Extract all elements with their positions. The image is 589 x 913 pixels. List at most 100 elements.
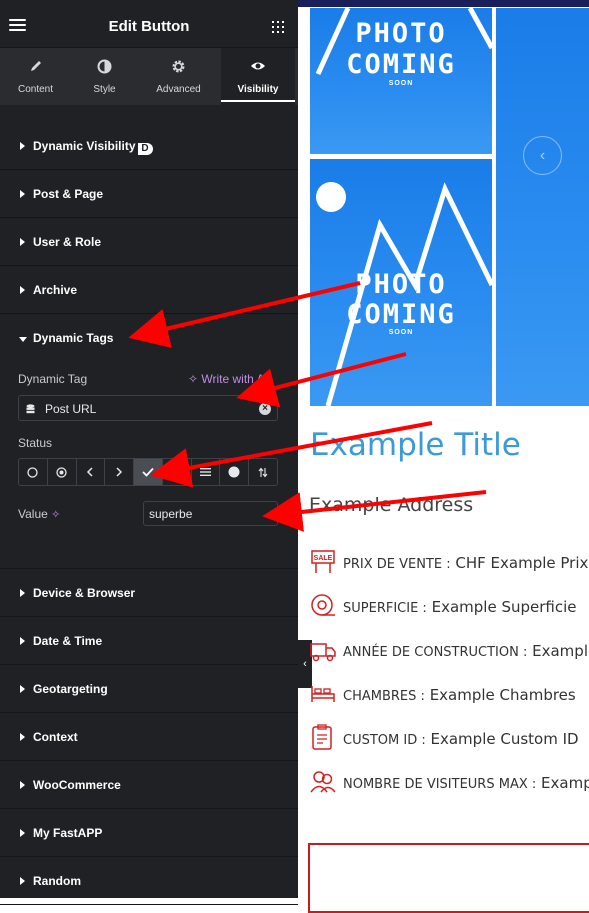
preview-top-strip xyxy=(298,0,589,7)
tab-visibility[interactable]: Visibility xyxy=(221,48,295,105)
tab-label: Content xyxy=(17,84,54,95)
caret-right-icon xyxy=(20,637,25,645)
sort-icon[interactable] xyxy=(249,459,277,485)
photo-placeholder: PHOTO COMING SOON xyxy=(310,8,492,154)
property-row: ANNÉE DE CONSTRUCTION : Example xyxy=(310,634,589,664)
sparkle-icon: ✧ xyxy=(51,509,61,521)
filled-circle-icon[interactable] xyxy=(220,459,250,485)
sparkle-icon: ✧ xyxy=(188,372,199,386)
circle-icon[interactable] xyxy=(19,459,48,485)
property-value: CHF Example Prix xyxy=(455,554,589,572)
section-post-page[interactable]: Post & Page xyxy=(0,170,298,218)
property-key: CUSTOM ID : xyxy=(343,733,426,748)
caret-right-icon xyxy=(20,877,25,885)
section-device-browser[interactable]: Device & Browser xyxy=(0,569,298,617)
panel-tabs: Content Style Advanced Visibility xyxy=(0,48,298,105)
property-row: CUSTOM ID : Example Custom ID xyxy=(310,722,589,752)
section-label[interactable]: Dynamic Tags xyxy=(33,331,113,345)
section-label: User & Role xyxy=(33,235,102,249)
preview-red-frame xyxy=(308,843,589,913)
caret-right-icon xyxy=(20,190,25,198)
listing-address: Example Address xyxy=(309,494,474,516)
property-key: SUPERFICIE : xyxy=(343,601,427,616)
property-row: CHAMBRES : Example Chambres xyxy=(310,678,589,708)
caret-right-icon xyxy=(20,781,25,789)
property-value: Example xyxy=(541,774,589,792)
section-label: Context xyxy=(33,730,78,744)
tab-label: Style xyxy=(93,84,116,95)
section-label: Geotargeting xyxy=(33,682,108,696)
section-my-fastapp[interactable]: My FastAPP xyxy=(0,809,298,857)
gear-icon xyxy=(144,59,213,75)
caret-right-icon xyxy=(20,829,25,837)
property-row: NOMBRE DE VISITEURS MAX : Example xyxy=(310,766,589,796)
caret-right-icon xyxy=(20,685,25,693)
panel-header: Edit Button xyxy=(0,0,298,48)
chevron-left-icon[interactable] xyxy=(77,459,106,485)
section-label: Post & Page xyxy=(33,187,104,201)
truck-building-icon xyxy=(310,643,336,662)
section-date-time[interactable]: Date & Time xyxy=(0,617,298,665)
equals-icon[interactable] xyxy=(163,459,192,485)
photo-placeholder: PHOTO COMING SOON xyxy=(310,159,492,406)
property-value: Example Custom ID xyxy=(430,730,579,748)
tape-measure-icon xyxy=(311,594,335,616)
property-value: Example Chambres xyxy=(429,686,576,704)
property-value: Example Superficie xyxy=(431,598,577,616)
caret-right-icon xyxy=(20,238,25,246)
lines-icon[interactable] xyxy=(192,459,221,485)
section-archive[interactable]: Archive xyxy=(0,266,298,314)
slider-prev-button[interactable]: ‹ xyxy=(523,136,562,175)
dot-circle-icon[interactable] xyxy=(48,459,77,485)
caret-down-icon[interactable] xyxy=(19,337,27,342)
property-row: SUPERFICIE : Example Superficie xyxy=(310,590,589,620)
section-context[interactable]: Context xyxy=(0,713,298,761)
property-row: SALE PRIX DE VENTE : CHF Example Prix xyxy=(310,546,589,576)
property-key: PRIX DE VENTE : xyxy=(343,557,451,572)
listing-title: Example Title xyxy=(310,427,521,463)
dv-logo-icon: D xyxy=(137,143,153,155)
panel-title: Edit Button xyxy=(108,18,190,35)
section-woocommerce[interactable]: WooCommerce xyxy=(0,761,298,809)
section-geotargeting[interactable]: Geotargeting xyxy=(0,665,298,713)
half-circle-icon xyxy=(70,59,139,75)
tab-label: Advanced xyxy=(156,84,201,95)
property-key: CHAMBRES : xyxy=(343,689,425,704)
database-icon xyxy=(26,404,35,414)
status-label: Status xyxy=(18,436,53,450)
pencil-icon xyxy=(1,59,70,75)
tab-content[interactable]: Content xyxy=(1,48,70,105)
chevron-right-icon[interactable] xyxy=(105,459,135,485)
editor-panel: Edit Button Content Style Advanced Visib… xyxy=(0,0,298,905)
property-key: ANNÉE DE CONSTRUCTION : xyxy=(343,645,528,660)
section-dynamic-visibility[interactable]: Dynamic Visibility D xyxy=(0,122,298,170)
section-label: Device & Browser xyxy=(33,586,136,600)
photo-text: PHOTO xyxy=(355,269,447,300)
section-label: Dynamic Visibility D xyxy=(33,139,153,155)
grid-icon[interactable] xyxy=(272,21,284,33)
clear-tag-icon[interactable]: × xyxy=(259,403,271,415)
dynamic-tag-label: Dynamic Tag xyxy=(18,372,88,386)
property-key: NOMBRE DE VISITEURS MAX : xyxy=(343,777,537,792)
value-label: Value ✧ xyxy=(18,507,61,521)
tab-style[interactable]: Style xyxy=(70,48,139,105)
dynamic-tag-field[interactable]: Post URL × xyxy=(18,395,278,421)
caret-right-icon xyxy=(20,142,25,150)
section-label: My FastAPP xyxy=(33,826,103,840)
section-label: Date & Time xyxy=(33,634,103,648)
write-with-ai-link[interactable]: ✧ Write with AI xyxy=(188,372,268,386)
sale-sign-icon: SALE xyxy=(311,550,335,573)
check-icon[interactable] xyxy=(134,459,163,485)
caret-right-icon xyxy=(20,733,25,741)
bed-icon xyxy=(311,686,335,702)
section-user-role[interactable]: User & Role xyxy=(0,218,298,266)
photo-text: PHOTO xyxy=(355,18,447,49)
status-button-group xyxy=(18,458,278,486)
tab-advanced[interactable]: Advanced xyxy=(144,48,213,105)
svg-text:SALE: SALE xyxy=(314,555,333,562)
photo-text: COMING xyxy=(346,299,456,330)
value-input[interactable] xyxy=(143,501,278,526)
chevron-left-icon: ‹ xyxy=(539,147,546,164)
tab-label: Visibility xyxy=(237,84,279,95)
photo-soon: SOON xyxy=(388,80,414,87)
